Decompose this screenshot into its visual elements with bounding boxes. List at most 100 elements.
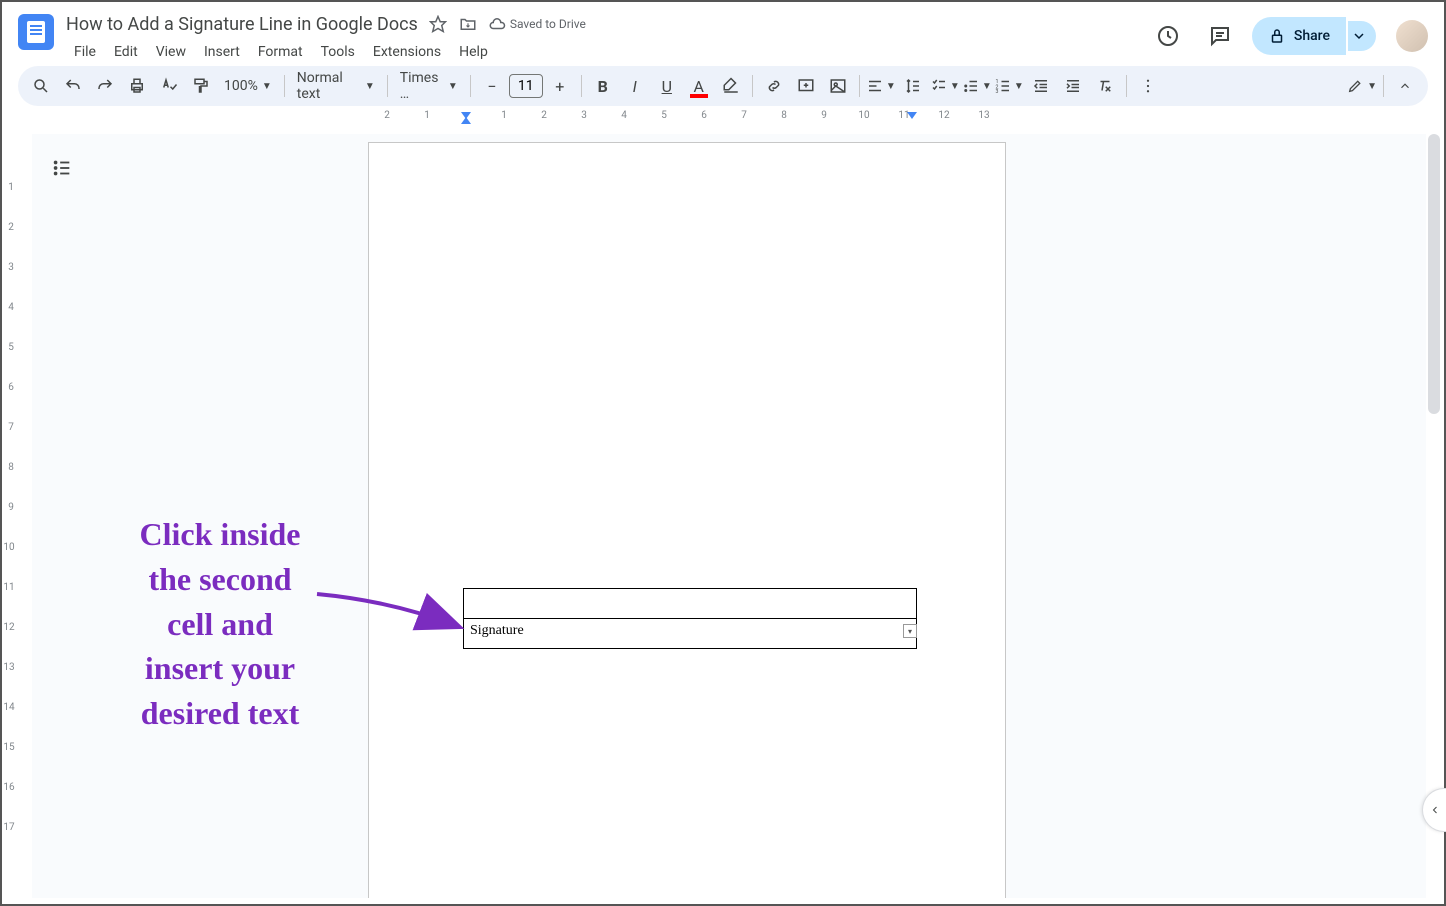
paragraph-style-select[interactable]: Normal text▼ (291, 66, 381, 106)
italic-icon[interactable]: I (620, 71, 650, 101)
document-outline-icon[interactable] (46, 152, 78, 184)
decrease-indent-icon[interactable] (1026, 71, 1056, 101)
ruler-number: 4 (8, 302, 14, 313)
docs-logo-icon[interactable] (18, 14, 54, 50)
ruler-number: 5 (661, 110, 667, 121)
ruler-number: 8 (781, 110, 787, 121)
redo-icon[interactable] (90, 71, 120, 101)
table-row[interactable]: Signature (464, 619, 917, 649)
ruler-number: 15 (3, 742, 14, 753)
ruler-number: 10 (3, 542, 14, 553)
vertical-scrollbar[interactable] (1428, 134, 1440, 884)
header-right: Share (1148, 10, 1428, 56)
move-icon[interactable] (458, 14, 478, 34)
paint-format-icon[interactable] (186, 71, 216, 101)
font-size-value: 11 (518, 78, 534, 94)
star-icon[interactable] (428, 14, 448, 34)
menu-tools[interactable]: Tools (313, 40, 363, 64)
chevron-down-icon: ▼ (365, 81, 375, 92)
header-main: How to Add a Signature Line in Google Do… (66, 10, 1148, 64)
numbered-list-icon[interactable]: 123▼ (994, 71, 1024, 101)
horizontal-ruler[interactable]: 2 1 1 2 3 4 5 6 7 8 9 10 11 12 13 (32, 110, 1428, 126)
increase-indent-icon[interactable] (1058, 71, 1088, 101)
chevron-down-icon: ▼ (886, 81, 896, 92)
table-row[interactable] (464, 589, 917, 619)
highlight-icon[interactable] (716, 71, 746, 101)
separator (752, 75, 753, 97)
document-title[interactable]: How to Add a Signature Line in Google Do… (66, 14, 418, 35)
checklist-icon[interactable]: ▼ (930, 71, 960, 101)
ruler-number: 4 (621, 110, 627, 121)
ruler-number: 7 (741, 110, 747, 121)
menu-view[interactable]: View (148, 40, 194, 64)
font-value: Times … (400, 70, 444, 102)
scrollbar-thumb[interactable] (1428, 134, 1440, 414)
separator (1383, 75, 1384, 97)
user-avatar[interactable] (1396, 20, 1428, 52)
ruler-number: 2 (8, 222, 14, 233)
zoom-value: 100% (224, 78, 258, 94)
ruler-number: 17 (3, 822, 14, 833)
ruler-number: 3 (8, 262, 14, 273)
editing-mode-icon[interactable]: ▼ (1347, 71, 1377, 101)
undo-icon[interactable] (58, 71, 88, 101)
more-icon[interactable] (1133, 71, 1163, 101)
history-icon[interactable] (1148, 16, 1188, 56)
zoom-select[interactable]: 100% ▼ (218, 74, 278, 98)
right-indent-marker[interactable] (907, 112, 917, 119)
title-row: How to Add a Signature Line in Google Do… (66, 10, 1148, 38)
text-color-icon[interactable]: A (684, 71, 714, 101)
bulleted-list-icon[interactable]: ▼ (962, 71, 992, 101)
signature-table[interactable]: Signature (463, 588, 917, 649)
ruler-number: 16 (3, 782, 14, 793)
separator (581, 75, 582, 97)
vertical-ruler[interactable]: 1 2 3 4 5 6 7 8 9 10 11 12 13 14 15 16 1… (8, 134, 24, 904)
cloud-status[interactable]: Saved to Drive (488, 15, 586, 33)
line-spacing-icon[interactable] (898, 71, 928, 101)
menu-format[interactable]: Format (250, 40, 311, 64)
decrease-font-size[interactable]: − (477, 71, 507, 101)
app-header: How to Add a Signature Line in Google Do… (2, 2, 1444, 62)
underline-icon[interactable]: U (652, 71, 682, 101)
ruler-number: 13 (978, 110, 989, 121)
clear-formatting-icon[interactable] (1090, 71, 1120, 101)
ruler-number: 13 (3, 662, 14, 673)
share-dropdown[interactable] (1348, 21, 1376, 51)
insert-image-icon[interactable] (823, 71, 853, 101)
menu-help[interactable]: Help (451, 40, 496, 64)
ruler-number: 12 (938, 110, 949, 121)
menu-extensions[interactable]: Extensions (365, 40, 449, 64)
left-indent-marker[interactable] (461, 117, 471, 124)
chevron-down-icon: ▼ (950, 81, 960, 92)
table-options-handle[interactable]: ▾ (903, 624, 917, 638)
table-cell-2[interactable]: Signature (464, 619, 917, 649)
signature-table-wrap: Signature ▾ (463, 588, 917, 649)
add-comment-icon[interactable] (791, 71, 821, 101)
collapse-toolbar-icon[interactable] (1390, 71, 1420, 101)
search-menus-icon[interactable] (26, 71, 56, 101)
comments-icon[interactable] (1200, 16, 1240, 56)
chevron-down-icon: ▼ (262, 81, 272, 92)
document-page[interactable]: Signature ▾ (368, 142, 1006, 898)
menu-edit[interactable]: Edit (106, 40, 146, 64)
table-cell-1[interactable] (464, 589, 917, 619)
annotation-line: insert your (70, 646, 370, 691)
chevron-down-icon: ▼ (982, 81, 992, 92)
menu-insert[interactable]: Insert (196, 40, 248, 64)
increase-font-size[interactable]: + (545, 71, 575, 101)
ruler-number: 1 (424, 110, 430, 121)
ruler-number: 9 (8, 502, 14, 513)
share-button[interactable]: Share (1252, 17, 1346, 55)
font-select[interactable]: Times …▼ (394, 66, 464, 106)
print-icon[interactable] (122, 71, 152, 101)
separator (470, 75, 471, 97)
font-size-input[interactable]: 11 (509, 74, 543, 98)
bold-icon[interactable]: B (588, 71, 618, 101)
ruler-number: 10 (858, 110, 869, 121)
annotation-line: desired text (70, 691, 370, 736)
menu-file[interactable]: File (66, 40, 104, 64)
insert-link-icon[interactable] (759, 71, 789, 101)
spellcheck-icon[interactable] (154, 71, 184, 101)
align-icon[interactable]: ▼ (866, 71, 896, 101)
ruler-number: 6 (8, 382, 14, 393)
